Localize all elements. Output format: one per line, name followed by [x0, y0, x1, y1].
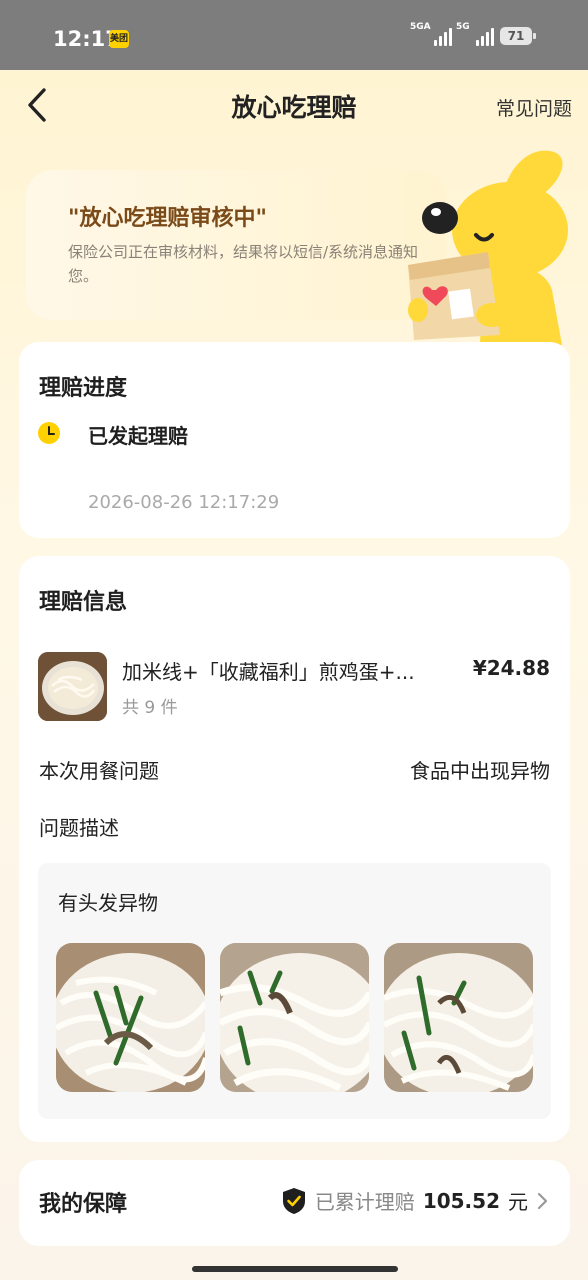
description-text: 有头发异物	[58, 891, 158, 915]
my-guarantee-card[interactable]: 我的保障 已累计理赔 105.52 元	[19, 1160, 570, 1246]
meal-issue-label: 本次用餐问题	[39, 759, 159, 783]
product-name: 加米线+「收藏福利」煎鸡蛋+...	[122, 660, 415, 684]
chevron-right-icon	[537, 1192, 548, 1209]
signal-5g-icon: 5G	[456, 22, 494, 46]
meal-issue-value: 食品中出现异物	[410, 759, 550, 783]
claim-info-heading: 理赔信息	[39, 590, 128, 615]
signal-5ga-icon: 5GA	[410, 22, 452, 46]
nav-header: 放心吃理赔 常见问题	[0, 70, 588, 140]
battery-icon: 71	[500, 27, 536, 45]
product-price: ¥24.88	[472, 656, 550, 680]
description-label: 问题描述	[39, 816, 119, 840]
guarantee-text: 已累计理赔	[314, 1190, 415, 1214]
guarantee-amount: 105.52	[422, 1188, 500, 1213]
faq-link[interactable]: 常见问题	[496, 94, 572, 121]
clock-icon	[38, 422, 60, 444]
banner-description: 保险公司正在审核材料，结果将以短信/系统消息通知您。	[68, 243, 419, 285]
product-count: 共 9 件	[122, 698, 178, 718]
banner-title: "放心吃理赔审核中"	[68, 206, 267, 231]
guarantee-label: 我的保障	[39, 1192, 128, 1217]
evidence-photo[interactable]	[220, 943, 369, 1092]
progress-step-label: 已发起理赔	[88, 424, 188, 448]
progress-heading: 理赔进度	[39, 376, 128, 401]
evidence-photo[interactable]	[384, 943, 533, 1092]
product-thumbnail[interactable]	[38, 652, 107, 721]
progress-step-time: 2026-08-26 12:17:29	[88, 492, 280, 513]
claim-progress-card: 理赔进度 已发起理赔 2026-08-26 12:17:29	[19, 342, 570, 538]
home-indicator[interactable]	[192, 1266, 398, 1272]
claim-info-card: 理赔信息 加米线+「收藏福利」煎鸡蛋+... 共 9 件 ¥24.88 本次用餐…	[19, 556, 570, 1142]
mascot-kangaroo-icon	[408, 150, 568, 345]
status-bar: 12:17 美团 5GA 5G 71	[0, 0, 588, 70]
status-indicators: 5GA 5G 71	[410, 22, 536, 46]
shield-check-icon	[282, 1187, 305, 1214]
guarantee-summary: 已累计理赔 105.52 元	[281, 1186, 550, 1215]
app-badge: 美团	[109, 30, 129, 48]
description-box: 有头发异物	[38, 863, 551, 1119]
evidence-photo[interactable]	[56, 943, 205, 1092]
guarantee-unit: 元	[508, 1190, 528, 1214]
